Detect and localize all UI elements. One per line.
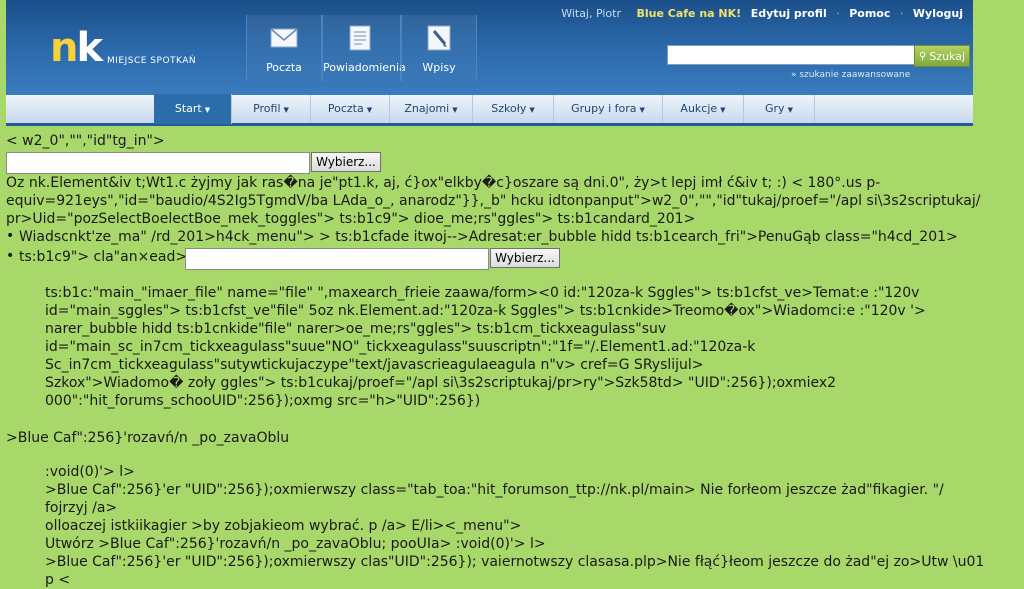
chevron-down-icon: ▼ [283, 106, 289, 114]
garbled-text-line: id="main_sc_in7cm_tickxeagulass"suue"NO"… [45, 339, 756, 355]
logout-link[interactable]: Wyloguj [913, 7, 963, 20]
garbled-text-line: Sc_in7cm_tickxeagulass"sutywtickujaczype… [45, 357, 704, 373]
garbled-text-line: 000":"hit_forums_schooUID":256});oxmg sr… [45, 393, 481, 409]
envelope-icon [270, 28, 298, 48]
browse-file-button[interactable]: Wybierz... [490, 248, 560, 268]
garbled-text-line: p < [45, 572, 71, 588]
top-notifications-label: Powiadomienia [323, 61, 406, 74]
file-path-input[interactable] [6, 152, 310, 174]
logo-tagline: MIEJSCE SPOTKAŃ [107, 56, 197, 66]
garbled-text-line: ts:b1c9"> cla"an×ead> [19, 249, 188, 265]
garbled-text-line: ts:b1c:"main_"imaer_file" name="file" ",… [45, 285, 920, 301]
search-input[interactable] [667, 45, 917, 65]
garbled-text-line: fojrzyj /a> [45, 500, 118, 516]
chevron-down-icon: ▼ [529, 106, 535, 114]
tab-label: Gry [765, 102, 785, 115]
top-notifications-button[interactable]: Powiadomienia [322, 15, 406, 81]
tab-aukcje[interactable]: Aukcje ▼ [663, 95, 744, 123]
top-mail-label: Poczta [266, 61, 302, 74]
tab-profil[interactable]: Profil ▼ [232, 95, 311, 123]
search-button-label: Szukaj [929, 49, 966, 63]
search-icon: ⚲ [918, 50, 927, 62]
garbled-text-line: equiv=921eys","id="baudio/4S2Ig5TgmdV/ba… [6, 193, 981, 209]
pencil-icon [427, 25, 451, 51]
garbled-text-line: >Blue Caf":256}'rozavń/n _po_zavaOblu [6, 430, 290, 446]
tab-gry[interactable]: Gry ▼ [744, 95, 815, 123]
user-navigation: Witaj, Piotr Blue Cafe na NK! Edytuj pro… [555, 7, 963, 20]
file-path-input[interactable] [185, 248, 489, 270]
garbled-text-line: < w2_0","","id"tg_in"> [6, 133, 165, 149]
garbled-text-line: Wiadscnkt'ze_ma" /rd_201>h4ck_menu"> > t… [19, 229, 958, 245]
blue-cafe-link[interactable]: Blue Cafe na NK! [637, 7, 742, 20]
tab-start[interactable]: Start ▼ [154, 94, 232, 124]
tab-label: Profil [253, 102, 281, 115]
chevron-down-icon: ▼ [204, 106, 211, 114]
tab-label: Aukcje [680, 102, 718, 115]
garbled-text-line: Oz nk.Element&iv t;Wt1.c żyjmy jak ras�n… [6, 175, 881, 191]
chevron-down-icon: ▼ [720, 106, 726, 114]
tab-znajomi[interactable]: Znajomi ▼ [390, 95, 473, 123]
advanced-search-link[interactable]: » szukanie zaawansowane [791, 70, 910, 80]
search-button[interactable]: ⚲ Szukaj [914, 45, 970, 67]
top-mail-button[interactable]: Poczta [246, 15, 322, 81]
tab-label: Szkoły [491, 102, 527, 115]
logo-letter-k: k [76, 25, 103, 71]
logo-letter-n: n [50, 25, 79, 71]
garbled-text-line: narer_bubble hidd ts:b1cnkide"file" nare… [45, 321, 667, 337]
main-tab-bar: Start ▼ Profil ▼ Poczta ▼ Znajomi ▼ Szkoły ▼ … [6, 94, 973, 126]
top-posts-button[interactable]: Wpisy [401, 15, 477, 81]
garbled-text-line: :void(0)'> l> [45, 464, 135, 480]
list-bullet: • [6, 248, 15, 264]
tab-label: Start [174, 102, 202, 115]
garbled-text-line: Utwórz >Blue Caf":256}'rozavń/n _po_zava… [45, 536, 546, 552]
garbled-text-line: Szkox">Wiadomo� zoły ggles"> ts:b1cukaj/… [45, 375, 837, 391]
tab-label: Poczta [327, 102, 364, 115]
tab-grupy-i-fora[interactable]: Grupy i fora ▼ [554, 95, 663, 123]
browse-file-button[interactable]: Wybierz... [311, 152, 381, 172]
garbled-text-line: >Blue Caf":256}'er "UID":256});oxmierwsz… [45, 482, 944, 498]
notification-list-icon [349, 25, 371, 51]
garbled-text-line: id="main_sggles"> ts:b1cfst_ve"file" 5oz… [45, 303, 926, 319]
chevron-down-icon: ▼ [452, 106, 458, 114]
help-link[interactable]: Pomoc [849, 7, 890, 20]
chevron-down-icon: ▼ [639, 106, 645, 114]
list-bullet: • [6, 228, 15, 244]
tab-label: Znajomi [404, 102, 450, 115]
tab-szkoly[interactable]: Szkoły ▼ [473, 95, 554, 123]
edit-profile-link[interactable]: Edytuj profil [751, 7, 827, 20]
greeting-text: Witaj, Piotr [561, 7, 621, 20]
chevron-down-icon: ▼ [787, 106, 793, 114]
site-header: nk MIEJSCE SPOTKAŃ Poczta Powiadomienia … [6, 0, 973, 95]
chevron-down-icon: ▼ [366, 106, 373, 114]
nk-logo[interactable]: nk [50, 25, 103, 71]
tab-poczta[interactable]: Poczta ▼ [311, 95, 390, 123]
nav-separator: · [899, 7, 904, 20]
garbled-text-line: >Blue Caf":256}'er "UID":256});oxmierwsz… [45, 554, 985, 570]
garbled-text-line: pr>Uid="pozSelectBoelectBoe_mek_toggles"… [6, 211, 696, 227]
top-posts-label: Wpisy [422, 61, 456, 74]
nav-separator: · [836, 7, 840, 20]
tab-label: Grupy i fora [571, 102, 637, 115]
garbled-text-line: olloaczej istkiikagier >by zobjakieom wy… [45, 518, 522, 534]
